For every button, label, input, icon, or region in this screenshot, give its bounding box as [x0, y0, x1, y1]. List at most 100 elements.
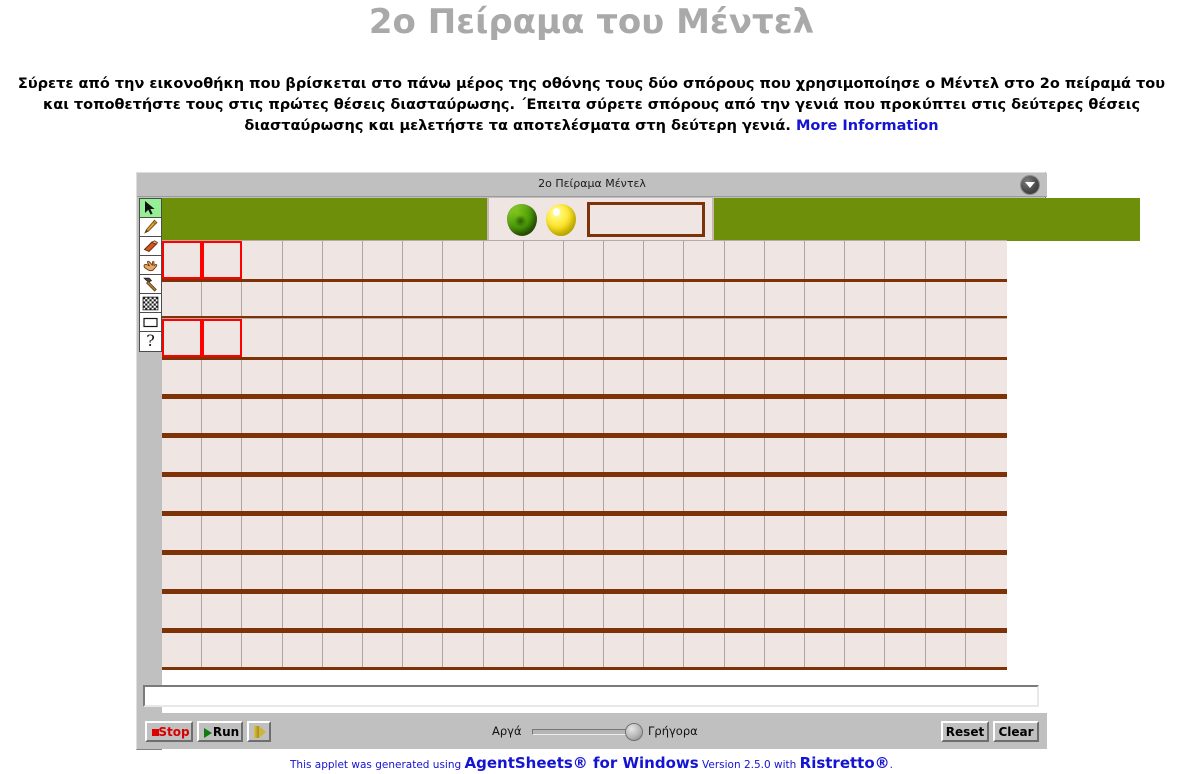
- worksheet-cell[interactable]: [283, 516, 323, 550]
- worksheet-cell[interactable]: [242, 594, 283, 628]
- worksheet-cell[interactable]: [765, 633, 805, 667]
- worksheet-cell[interactable]: [966, 594, 1006, 628]
- worksheet-cell[interactable]: [725, 438, 765, 472]
- worksheet-cell[interactable]: [604, 319, 645, 357]
- worksheet-cell[interactable]: [966, 516, 1006, 550]
- worksheet-cell[interactable]: [684, 438, 725, 472]
- worksheet-cell[interactable]: [845, 319, 886, 357]
- worksheet-cell[interactable]: [765, 360, 805, 394]
- worksheet-cell[interactable]: [805, 282, 846, 316]
- worksheet-cell[interactable]: [162, 516, 203, 550]
- worksheet-cell[interactable]: [242, 241, 283, 279]
- worksheet-cell[interactable]: [242, 438, 283, 472]
- worksheet-cell[interactable]: [242, 282, 283, 316]
- reset-button[interactable]: Reset: [941, 721, 989, 742]
- worksheet-cell[interactable]: [524, 594, 564, 628]
- worksheet-cell[interactable]: [524, 399, 564, 433]
- worksheet-cell[interactable]: [926, 555, 966, 589]
- worksheet-cell[interactable]: [162, 399, 203, 433]
- worksheet-cell[interactable]: [644, 241, 685, 279]
- worksheet-cell[interactable]: [242, 555, 283, 589]
- worksheet-cell[interactable]: [202, 516, 243, 550]
- worksheet-cell[interactable]: [644, 438, 685, 472]
- worksheet-cell[interactable]: [283, 282, 323, 316]
- worksheet-cell[interactable]: [443, 282, 484, 316]
- worksheet-cell[interactable]: [684, 594, 725, 628]
- worksheet-cell[interactable]: [684, 516, 725, 550]
- worksheet-cell[interactable]: [604, 399, 645, 433]
- hammer-tool[interactable]: [140, 275, 161, 294]
- worksheet-cell[interactable]: [926, 516, 966, 550]
- worksheet-cell[interactable]: [242, 633, 283, 667]
- worksheet-cell[interactable]: [725, 241, 765, 279]
- worksheet-cell[interactable]: [524, 555, 564, 589]
- worksheet-cell[interactable]: [885, 282, 926, 316]
- worksheet-cell[interactable]: [443, 241, 484, 279]
- worksheet-cell[interactable]: [484, 438, 524, 472]
- worksheet-cell[interactable]: [564, 594, 605, 628]
- worksheet-cell[interactable]: [283, 319, 323, 357]
- worksheet-cell[interactable]: [242, 399, 283, 433]
- worksheet-row[interactable]: [162, 396, 1007, 436]
- worksheet-cell[interactable]: [564, 555, 605, 589]
- worksheet-cell[interactable]: [725, 633, 765, 667]
- worksheet-cell[interactable]: [725, 477, 765, 511]
- worksheet-cell[interactable]: [604, 594, 645, 628]
- worksheet-cell[interactable]: [323, 594, 363, 628]
- worksheet-cell[interactable]: [323, 399, 363, 433]
- worksheet-cell[interactable]: [644, 633, 685, 667]
- worksheet-cell[interactable]: [162, 282, 203, 316]
- run-button[interactable]: Run: [197, 721, 243, 742]
- worksheet-cell[interactable]: [805, 360, 846, 394]
- worksheet-cell[interactable]: [403, 399, 444, 433]
- worksheet-row[interactable]: [162, 357, 1007, 397]
- worksheet-cell[interactable]: [845, 399, 886, 433]
- worksheet-cell[interactable]: [403, 516, 444, 550]
- worksheet-cell[interactable]: [363, 516, 404, 550]
- worksheet-cell[interactable]: [966, 477, 1006, 511]
- worksheet-cell[interactable]: [725, 516, 765, 550]
- worksheet-cell[interactable]: [524, 633, 564, 667]
- worksheet-cell[interactable]: [323, 477, 363, 511]
- worksheet-cell[interactable]: [966, 555, 1006, 589]
- worksheet-cell[interactable]: [403, 477, 444, 511]
- worksheet-cell[interactable]: [805, 594, 846, 628]
- worksheet-cell[interactable]: [323, 282, 363, 316]
- worksheet-cell[interactable]: [845, 555, 886, 589]
- worksheet-cell[interactable]: [524, 360, 564, 394]
- worksheet-cell[interactable]: [765, 555, 805, 589]
- worksheet-cell[interactable]: [845, 633, 886, 667]
- worksheet-cell[interactable]: [484, 633, 524, 667]
- worksheet-cell[interactable]: [242, 477, 283, 511]
- rectangle-tool[interactable]: [140, 313, 161, 332]
- worksheet-cell[interactable]: [323, 241, 363, 279]
- worksheet-cell[interactable]: [242, 360, 283, 394]
- worksheet-cell[interactable]: [926, 477, 966, 511]
- worksheet-cell[interactable]: [363, 241, 404, 279]
- worksheet-cell[interactable]: [162, 594, 203, 628]
- pencil-tool[interactable]: [140, 218, 161, 237]
- worksheet-cell[interactable]: [926, 360, 966, 394]
- worksheet-cell[interactable]: [845, 516, 886, 550]
- worksheet-row[interactable]: [162, 591, 1007, 631]
- worksheet-cell[interactable]: [323, 438, 363, 472]
- worksheet-cell[interactable]: [202, 477, 243, 511]
- worksheet-cell[interactable]: [524, 516, 564, 550]
- help-tool[interactable]: ?: [140, 332, 161, 351]
- worksheet-row[interactable]: [162, 435, 1007, 475]
- worksheet-cell[interactable]: [604, 477, 645, 511]
- worksheet-cell[interactable]: [484, 516, 524, 550]
- hand-tool[interactable]: [140, 256, 161, 275]
- worksheet-cell[interactable]: [202, 282, 243, 316]
- worksheet-cell[interactable]: [805, 555, 846, 589]
- worksheet-cell[interactable]: [725, 594, 765, 628]
- worksheet-cell[interactable]: [484, 477, 524, 511]
- worksheet-cell[interactable]: [283, 477, 323, 511]
- worksheet-cell[interactable]: [845, 282, 886, 316]
- step-button[interactable]: [247, 721, 271, 742]
- worksheet-row[interactable]: [162, 318, 1007, 358]
- chevron-down-icon[interactable]: [1021, 176, 1039, 194]
- worksheet-row[interactable]: [162, 279, 1007, 319]
- worksheet-cell[interactable]: [323, 633, 363, 667]
- worksheet-cell[interactable]: [926, 282, 966, 316]
